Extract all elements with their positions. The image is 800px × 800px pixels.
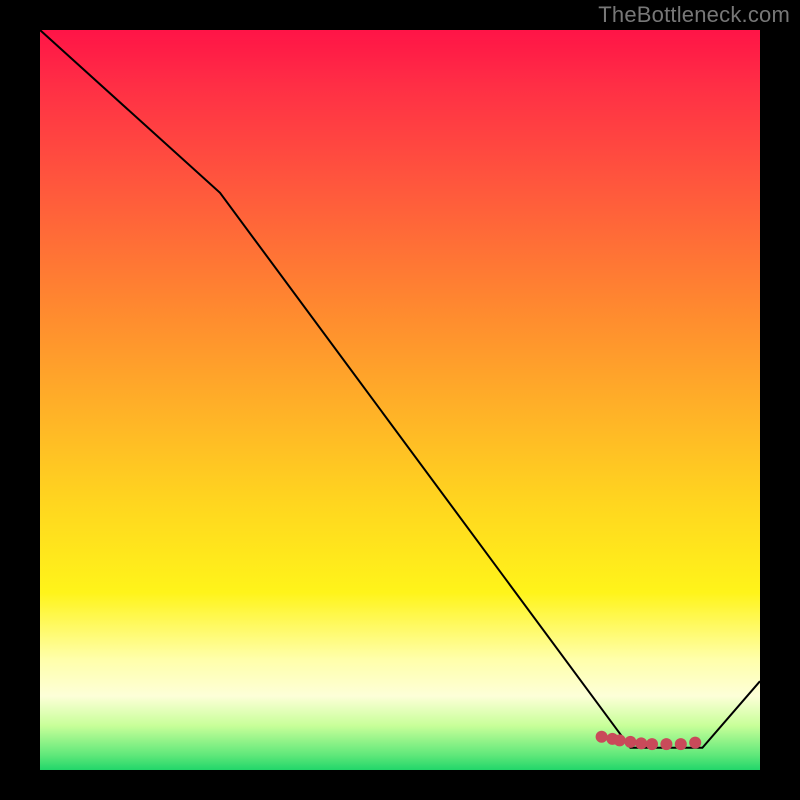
marker-point <box>689 737 701 749</box>
plot-area <box>40 30 760 770</box>
series-curve <box>40 30 760 748</box>
marker-point <box>624 736 636 748</box>
series-curve-path <box>40 30 760 748</box>
attribution-text: TheBottleneck.com <box>598 2 790 28</box>
marker-point <box>596 731 608 743</box>
chart-container: TheBottleneck.com <box>0 0 800 800</box>
marker-point <box>675 738 687 750</box>
markers-group <box>596 731 702 750</box>
marker-point <box>646 738 658 750</box>
marker-point <box>660 738 672 750</box>
chart-svg <box>40 30 760 770</box>
marker-point <box>614 734 626 746</box>
marker-point <box>635 737 647 749</box>
